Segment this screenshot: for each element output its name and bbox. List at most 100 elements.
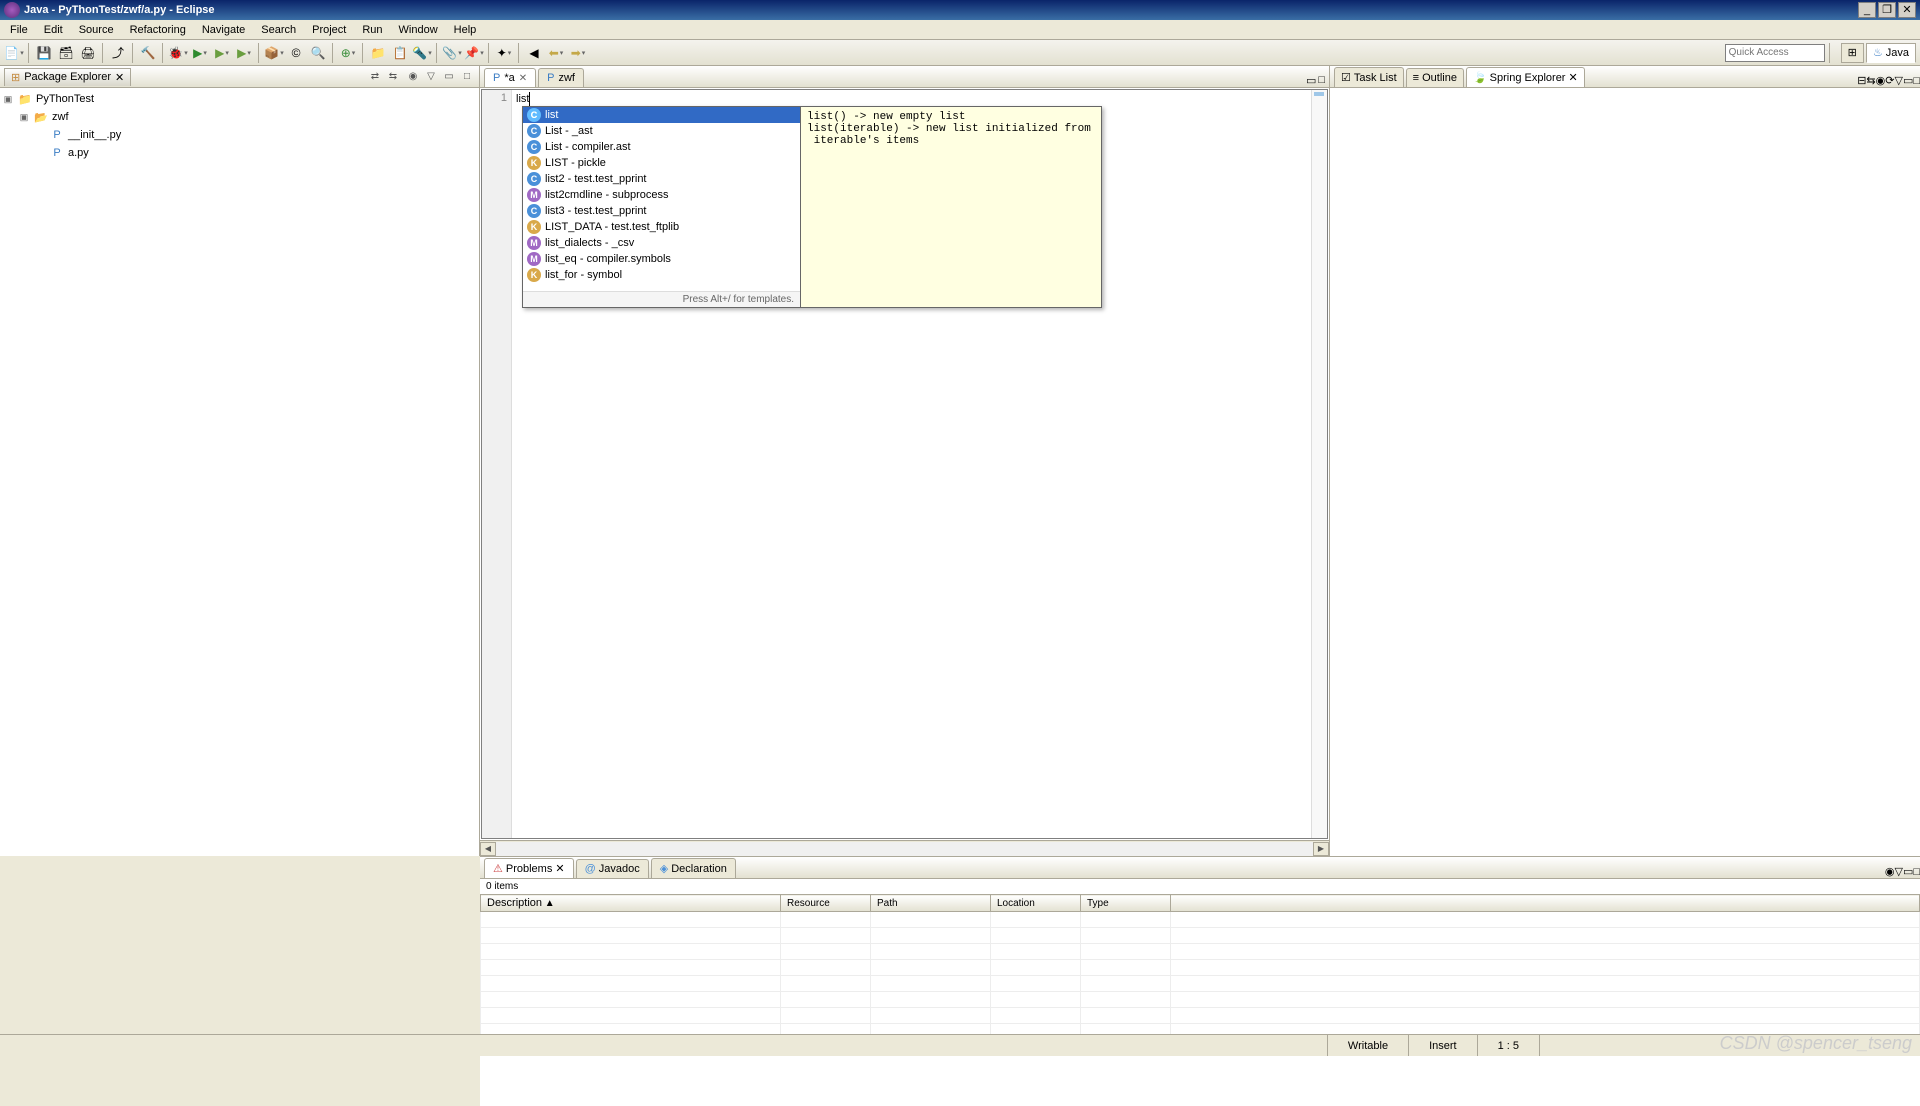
build-button[interactable]: 🔨 (138, 43, 158, 63)
autocomplete-item[interactable]: Mlist_eq - compiler.symbols (523, 251, 800, 267)
back-history-button[interactable]: ◀ (524, 43, 544, 63)
minimize-editor-button[interactable]: ▭ (1306, 74, 1316, 87)
link-editor-button[interactable]: ⇆ (385, 69, 401, 85)
project-node[interactable]: ▣ 📁 PyThonTest (2, 90, 477, 108)
menu-navigate[interactable]: Navigate (194, 22, 253, 38)
coverage-button[interactable]: ▶ (212, 43, 232, 63)
menu-project[interactable]: Project (304, 22, 354, 38)
forward-dropdown[interactable]: ➡ (568, 43, 588, 63)
autocomplete-item[interactable]: Mlist_dialects - _csv (523, 235, 800, 251)
editor-tab-a[interactable]: P *a ✕ (484, 68, 536, 87)
menu-window[interactable]: Window (391, 22, 446, 38)
scroll-left-icon[interactable]: ◀ (480, 842, 496, 856)
col-resource[interactable]: Resource (781, 895, 871, 912)
maximize-button[interactable]: ❐ (1878, 2, 1896, 18)
java-perspective-button[interactable]: ♨ Java (1866, 43, 1916, 63)
maximize-view-button[interactable]: □ (459, 69, 475, 85)
autocomplete-item[interactable]: Clist3 - test.test_pprint (523, 203, 800, 219)
view-menu-button[interactable]: ▽ (423, 69, 439, 85)
view-menu-button[interactable]: ▽ (1894, 865, 1902, 878)
quick-access-input[interactable] (1725, 44, 1825, 62)
new-task-button[interactable]: 📋 (390, 43, 410, 63)
open-type-button[interactable]: 🔍 (308, 43, 328, 63)
close-icon[interactable]: ✕ (115, 71, 124, 84)
save-all-button[interactable]: 🗃 (56, 43, 76, 63)
menu-source[interactable]: Source (71, 22, 122, 38)
menu-edit[interactable]: Edit (36, 22, 71, 38)
close-button[interactable]: ✕ (1898, 2, 1916, 18)
autocomplete-item[interactable]: CList - _ast (523, 123, 800, 139)
refresh-button[interactable]: ⟳ (1885, 74, 1894, 87)
autocomplete-item[interactable]: Mlist2cmdline - subprocess (523, 187, 800, 203)
minimize-button[interactable]: _ (1858, 2, 1876, 18)
file-node[interactable]: P a.py (2, 144, 477, 162)
tab-javadoc[interactable]: @Javadoc (576, 859, 649, 878)
autocomplete-item[interactable]: KLIST_DATA - test.test_ftplib (523, 219, 800, 235)
autocomplete-item[interactable]: Clist2 - test.test_pprint (523, 171, 800, 187)
code-editor[interactable]: 1 list Clist CList - _ast CList - compil… (481, 89, 1328, 839)
minimize-view-button[interactable]: ▭ (1903, 74, 1913, 87)
menu-help[interactable]: Help (446, 22, 485, 38)
menu-refactoring[interactable]: Refactoring (122, 22, 194, 38)
close-icon[interactable]: ✕ (519, 73, 527, 84)
tab-problems[interactable]: ⚠Problems✕ (484, 858, 574, 878)
tab-declaration[interactable]: ◈Declaration (651, 858, 736, 878)
tab-task-list[interactable]: ☑Task List (1334, 67, 1404, 87)
close-icon[interactable]: ✕ (1568, 71, 1577, 84)
new-class-button[interactable]: © (286, 43, 306, 63)
close-icon[interactable]: ✕ (555, 862, 564, 875)
collapse-button[interactable]: ⊟ (1857, 74, 1866, 87)
maximize-view-button[interactable]: □ (1913, 75, 1920, 87)
overview-ruler[interactable] (1311, 90, 1327, 838)
tab-spring-explorer[interactable]: 🍃Spring Explorer✕ (1466, 67, 1585, 87)
scroll-right-icon[interactable]: ▶ (1313, 842, 1329, 856)
new-button[interactable]: 📄 (4, 43, 24, 63)
autocomplete-item[interactable]: KLIST - pickle (523, 155, 800, 171)
maximize-view-button[interactable]: □ (1913, 866, 1920, 878)
menu-file[interactable]: File (2, 22, 36, 38)
focus-button[interactable]: ◉ (1885, 865, 1895, 878)
file-node[interactable]: P __init__.py (2, 126, 477, 144)
project-tree[interactable]: ▣ 📁 PyThonTest ▣ 📂 zwf P __init__.py P a… (0, 88, 479, 856)
run-button[interactable]: ▶ (190, 43, 210, 63)
autocomplete-item[interactable]: Clist (523, 107, 800, 123)
minimize-view-button[interactable]: ▭ (441, 69, 457, 85)
col-description[interactable]: Description ▲ (481, 895, 781, 912)
save-button[interactable]: 💾 (34, 43, 54, 63)
open-perspective-button[interactable]: ⊞ (1841, 43, 1864, 63)
maximize-editor-button[interactable]: □ (1318, 74, 1325, 87)
skip-breakpoints-button[interactable]: ⤴ (108, 43, 128, 63)
package-explorer-tab[interactable]: ⊞ Package Explorer ✕ (4, 68, 131, 86)
problems-table[interactable]: Description ▲ Resource Path Location Typ… (480, 894, 1920, 1106)
menu-search[interactable]: Search (253, 22, 304, 38)
print-button[interactable]: 🖨 (78, 43, 98, 63)
last-edit-button[interactable]: ✦ (494, 43, 514, 63)
view-menu-button[interactable]: ▽ (1894, 74, 1902, 87)
link-button[interactable]: ⇆ (1866, 74, 1875, 87)
filter-button[interactable]: ◉ (1876, 74, 1886, 87)
col-type[interactable]: Type (1081, 895, 1171, 912)
autocomplete-item[interactable]: CList - compiler.ast (523, 139, 800, 155)
col-location[interactable]: Location (991, 895, 1081, 912)
open-task-button[interactable]: 📁 (368, 43, 388, 63)
back-dropdown[interactable]: ⬅ (546, 43, 566, 63)
class-icon: C (527, 108, 541, 122)
minimize-view-button[interactable]: ▭ (1903, 865, 1913, 878)
run-last-button[interactable]: ▶ (234, 43, 254, 63)
horizontal-scrollbar[interactable]: ◀ ▶ (480, 840, 1329, 856)
autocomplete-item[interactable]: Klist_for - symbol (523, 267, 800, 283)
menu-run[interactable]: Run (354, 22, 390, 38)
focus-task-button[interactable]: ◉ (405, 69, 421, 85)
col-path[interactable]: Path (871, 895, 991, 912)
new-project-button[interactable]: ⊕ (338, 43, 358, 63)
debug-button[interactable]: 🐞 (168, 43, 188, 63)
tab-outline[interactable]: ≡Outline (1406, 68, 1464, 87)
search-button[interactable]: 🔦 (412, 43, 432, 63)
annotation-nav-button[interactable]: 📎 (442, 43, 462, 63)
autocomplete-list[interactable]: Clist CList - _ast CList - compiler.ast … (523, 107, 801, 307)
annotation-prev-button[interactable]: 📌 (464, 43, 484, 63)
new-package-button[interactable]: 📦 (264, 43, 284, 63)
editor-tab-zwf[interactable]: P zwf (538, 68, 584, 87)
collapse-all-button[interactable]: ⇄ (367, 69, 383, 85)
folder-node[interactable]: ▣ 📂 zwf (2, 108, 477, 126)
